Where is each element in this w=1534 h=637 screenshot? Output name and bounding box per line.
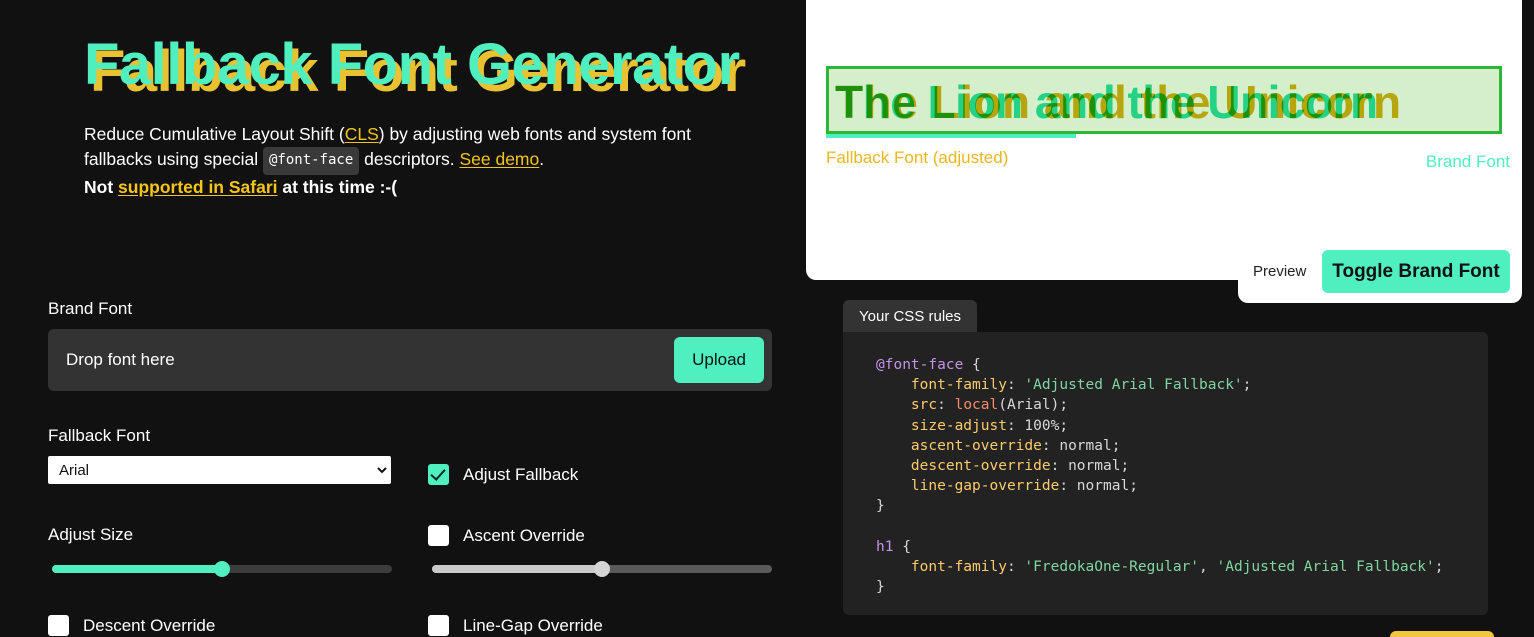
css-prop-ascent-override: ascent-override [910,437,1042,454]
safari-notice: Not supported in Safari at this time :-( [84,177,397,197]
css-code-block: @font-face { font-family: 'Adjusted Aria… [876,355,1443,597]
linegap-override-row[interactable]: Line-Gap Override [428,615,603,636]
app-description: Reduce Cumulative Layout Shift (CLS) by … [84,122,734,200]
css-semi-4: ; [1120,458,1130,475]
see-demo-link[interactable]: See demo [459,149,539,169]
adjust-size-slider-fill [52,565,222,573]
descent-override-checkbox[interactable] [48,615,69,636]
css-value-fallback-font: 'Adjusted Arial Fallback' [1216,559,1435,576]
css-prop-src: src [910,397,938,414]
brand-font-group: Brand Font Drop font here Upload [48,299,772,391]
css-prop-font-family-1: font-family [910,377,1007,394]
safari-notice-prefix: Not [84,177,119,197]
css-colon-6: : [1059,478,1077,495]
fallback-font-caption: Fallback Font (adjusted) [826,148,1009,167]
css-semi-5: ; [1129,478,1138,495]
brand-font-caption: Brand Font [1425,152,1510,171]
safari-support-link[interactable]: supported in Safari [118,177,277,197]
font-face-code-chip: @font-face [262,147,360,175]
adjust-fallback-label: Adjust Fallback [463,464,579,484]
fallback-font-group: Fallback Font Arial [48,426,391,484]
css-prop-descent-override: descent-override [910,458,1051,475]
ascent-override-checkbox[interactable] [428,525,449,546]
upload-button[interactable]: Upload [674,337,764,383]
description-part-4: . [539,149,545,169]
toggle-brand-font-button[interactable]: Toggle Brand Font [1322,250,1510,293]
bottom-action-button[interactable] [1390,631,1494,637]
css-colon-1: : [1006,377,1025,394]
adjust-size-label: Adjust Size [48,525,134,544]
css-rules-tab[interactable]: Your CSS rules [843,300,977,334]
css-open-brace-1: { [963,357,981,373]
css-value-brand-font: 'FredokaOne-Regular' [1024,559,1200,576]
ascent-override-row[interactable]: Ascent Override [428,525,585,546]
adjust-fallback-row[interactable]: Adjust Fallback [428,464,578,485]
adjust-fallback-checkbox[interactable] [428,464,449,485]
css-comma-1: , [1199,559,1217,576]
css-fn-local: local [954,397,999,414]
css-rules-panel: @font-face { font-family: 'Adjusted Aria… [843,332,1488,615]
adjust-size-slider[interactable] [52,561,392,577]
css-colon-7: : [1006,559,1025,576]
ascent-override-slider[interactable] [432,561,772,577]
ascent-override-label: Ascent Override [463,525,585,545]
preview-label: Preview [1253,263,1307,280]
ascent-slider-fill [432,565,602,573]
css-open-brace-2: { [893,538,911,555]
css-close-brace-2: } [876,579,885,596]
css-at-rule: @font-face [876,357,964,373]
adjust-size-slider-thumb[interactable] [214,561,230,577]
css-prop-font-family-2: font-family [910,559,1007,576]
ascent-slider-thumb[interactable] [594,561,610,577]
description-part-1: Reduce Cumulative Layout Shift ( [84,124,345,144]
css-colon-4: : [1041,437,1060,454]
css-value-font-family-1: 'Adjusted Arial Fallback' [1024,377,1243,394]
left-control-panel: Fallback Font Generator Reduce Cumulativ… [0,0,806,637]
css-close-brace-1: } [876,498,885,515]
safari-notice-suffix: at this time :-( [277,177,398,197]
css-semi-6: ; [1434,559,1444,576]
fallback-font-label: Fallback Font [48,426,151,445]
css-colon-2: : [937,397,955,414]
css-value-ascent-override: normal [1059,437,1112,454]
preview-heading-brand-text: The Lion and the Unicorn [835,76,1378,128]
cls-link[interactable]: CLS [345,124,379,144]
font-dropzone[interactable]: Drop font here Upload [48,329,772,391]
css-selector-h1: h1 [876,538,894,555]
fallback-font-select[interactable]: Arial [48,456,391,484]
descent-override-row[interactable]: Descent Override [48,615,215,636]
css-value-line-gap-override: normal [1076,478,1130,495]
css-prop-line-gap-override: line-gap-override [910,478,1060,495]
page-title: Fallback Font Generator [84,32,740,97]
css-prop-size-adjust: size-adjust [910,417,1007,434]
css-value-descent-override: normal [1068,458,1121,475]
preview-card: The Lion and the Unicorn The Lion and th… [806,0,1522,280]
css-value-src: (Arial); [998,397,1069,414]
css-colon-5: : [1050,458,1069,475]
linegap-override-checkbox[interactable] [428,615,449,636]
css-colon-3: : [1006,417,1025,434]
description-part-3: descriptors. [359,149,460,169]
preview-heading-box: The Lion and the Unicorn The Lion and th… [826,66,1502,134]
css-semi-1: ; [1242,377,1252,394]
css-semi-2: ; [1059,417,1069,434]
css-semi-3: ; [1111,437,1121,454]
dropzone-placeholder-text: Drop font here [66,350,175,369]
descent-override-label: Descent Override [83,615,216,635]
preview-baseline-indicator [826,134,1076,138]
css-value-size-adjust: 100% [1024,417,1060,434]
linegap-override-label: Line-Gap Override [463,615,603,635]
brand-font-label: Brand Font [48,299,133,318]
